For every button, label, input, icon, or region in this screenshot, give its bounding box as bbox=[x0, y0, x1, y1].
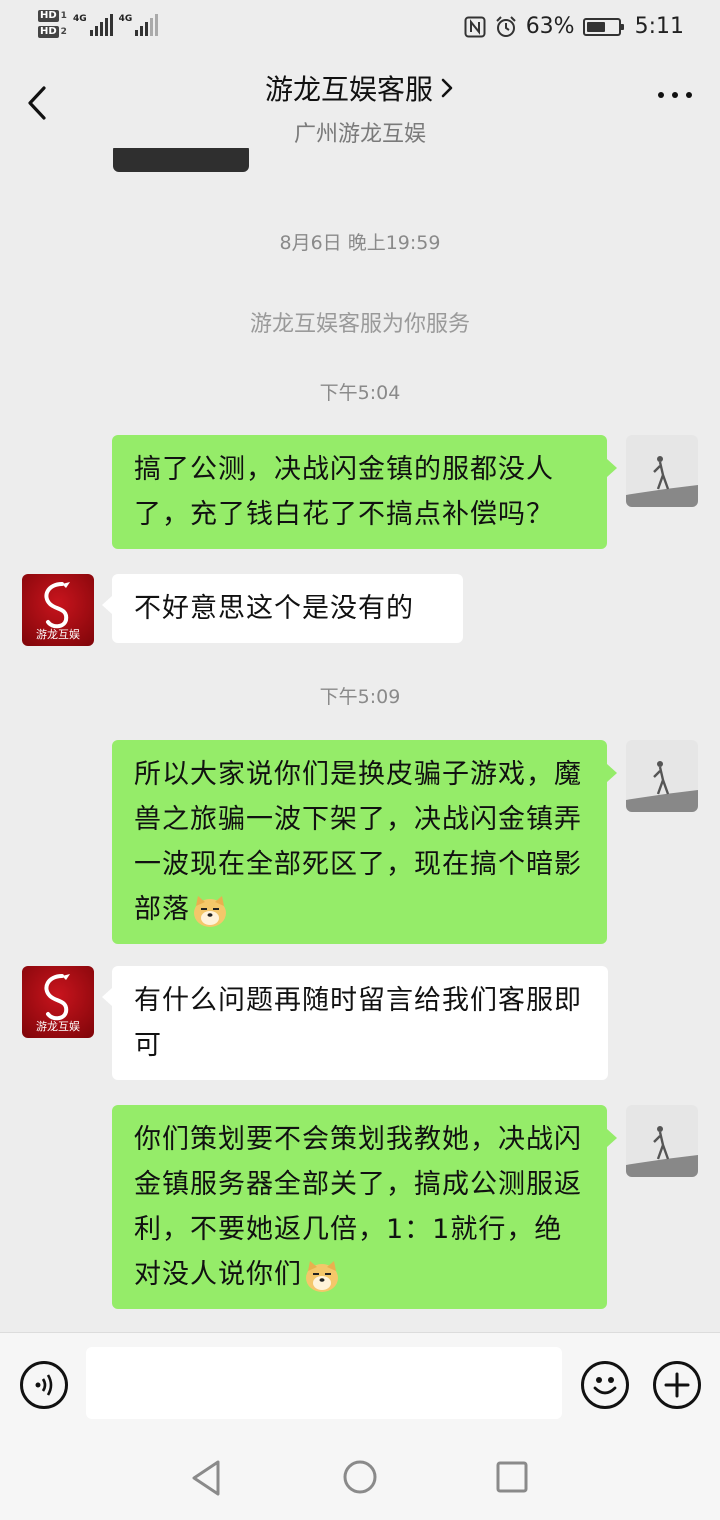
nav-home-icon[interactable] bbox=[341, 1458, 379, 1496]
voice-icon bbox=[35, 1374, 53, 1396]
my-avatar[interactable] bbox=[626, 1105, 698, 1177]
signal-indicators: HD 1 HD 2 4G 4G bbox=[38, 10, 159, 38]
service-message-bubble[interactable]: 不好意思这个是没有的 bbox=[102, 574, 463, 643]
dragon-logo-icon: 游龙互娱 bbox=[36, 974, 80, 1033]
chat-title-text: 游龙互娱客服 bbox=[264, 73, 433, 106]
battery-percent: 63% bbox=[525, 14, 575, 39]
user-avatar-image bbox=[626, 740, 698, 812]
my-avatar[interactable] bbox=[626, 740, 698, 812]
doge-emoji-icon bbox=[194, 895, 226, 927]
message-text: 有什么问题再随时留言给我们客服即可 bbox=[134, 985, 582, 1061]
sim1-indicator: HD 1 bbox=[38, 10, 67, 22]
smiley-icon bbox=[593, 1377, 617, 1395]
input-bar bbox=[0, 1332, 720, 1436]
system-message: 游龙互娱客服为你服务 bbox=[249, 312, 470, 337]
service-avatar[interactable]: 游龙互娱 bbox=[22, 966, 94, 1038]
emoji-button[interactable] bbox=[581, 1361, 629, 1409]
nav-back-icon[interactable] bbox=[188, 1458, 224, 1498]
timestamp: 下午5:09 bbox=[319, 686, 401, 708]
chat-header: 游龙互娱客服 广州游龙互娱 bbox=[0, 62, 720, 148]
my-message-bubble[interactable]: 你们策划要不会策划我教她，决战闪金镇服务器全部关了，搞成公测服返利，不要她返几倍… bbox=[112, 1105, 617, 1309]
message-text: 不好意思这个是没有的 bbox=[134, 593, 414, 624]
nav-recent-icon[interactable] bbox=[495, 1460, 529, 1494]
message-input[interactable] bbox=[86, 1347, 562, 1419]
nfc-icon bbox=[464, 16, 486, 37]
user-avatar-image bbox=[626, 1105, 698, 1177]
timestamp: 8月6日 晚上19:59 bbox=[279, 232, 441, 254]
dragon-logo-icon: 游龙互娱 bbox=[36, 582, 80, 641]
my-message-bubble[interactable]: 所以大家说你们是换皮骗子游戏，魔兽之旅骗一波下架了，决战闪金镇弄一波现在全部死区… bbox=[112, 740, 617, 944]
service-message-bubble[interactable]: 有什么问题再随时留言给我们客服即可 bbox=[102, 966, 608, 1080]
battery-level bbox=[586, 21, 606, 32]
svg-text:游龙互娱: 游龙互娱 bbox=[36, 1019, 80, 1033]
user-avatar-image bbox=[626, 435, 698, 507]
my-message-bubble[interactable]: 搞了公测，决战闪金镇的服都没人了，充了钱白花了不搞点补偿吗？ bbox=[112, 435, 617, 549]
my-avatar[interactable] bbox=[626, 435, 698, 507]
hd-badge: HD bbox=[38, 10, 59, 22]
chat-subtitle: 广州游龙互娱 bbox=[293, 122, 426, 147]
chat-area[interactable]: 8月6日 晚上19:59 游龙互娱客服为你服务 下午5:04 搞了公测，决战闪金… bbox=[0, 148, 720, 1332]
network-type: 4G bbox=[72, 14, 87, 24]
alarm-icon bbox=[495, 15, 516, 37]
service-avatar[interactable]: 游龙互娱 bbox=[22, 574, 94, 646]
more-dots-icon[interactable] bbox=[658, 92, 692, 98]
message-text: 你们策划要不会策划我教她，决战闪金镇服务器全部关了，搞成公测服返利，不要她返几倍… bbox=[134, 1124, 582, 1290]
voice-button[interactable] bbox=[20, 1361, 68, 1409]
battery-icon bbox=[582, 17, 624, 36]
hd-badge: HD bbox=[38, 26, 59, 38]
previous-message-bubble[interactable] bbox=[113, 148, 249, 172]
sim2-indicator: HD 2 bbox=[38, 26, 67, 38]
svg-text:游龙互娱: 游龙互娱 bbox=[36, 627, 80, 641]
chevron-right-icon bbox=[441, 78, 453, 98]
clock: 5:11 bbox=[634, 14, 684, 39]
doge-emoji-icon bbox=[306, 1260, 338, 1292]
message-text: 搞了公测，决战闪金镇的服都没人了，充了钱白花了不搞点补偿吗？ bbox=[134, 454, 554, 530]
signal-strength-icon: 4G bbox=[73, 14, 113, 36]
status-bar: HD 1 HD 2 4G 4G 63% 5:11 bbox=[0, 0, 720, 62]
chat-title[interactable]: 游龙互娱客服 bbox=[265, 68, 455, 108]
system-nav-bar bbox=[0, 1436, 720, 1520]
plus-icon bbox=[664, 1372, 690, 1398]
network-type: 4G bbox=[118, 14, 133, 24]
timestamp: 下午5:04 bbox=[319, 382, 401, 404]
add-button[interactable] bbox=[653, 1361, 701, 1409]
sim-number: 2 bbox=[60, 27, 67, 37]
sim-number: 1 bbox=[60, 11, 67, 21]
signal-strength-icon: 4G bbox=[119, 14, 159, 36]
title-block[interactable]: 游龙互娱客服 广州游龙互娱 bbox=[0, 68, 720, 148]
